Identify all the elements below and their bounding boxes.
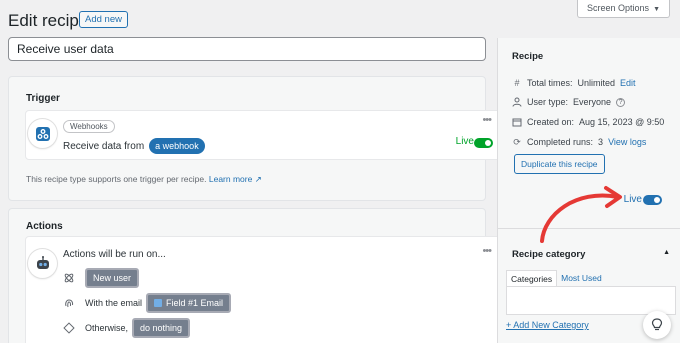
trigger-token[interactable]: a webhook [149,138,205,154]
action-more-menu-icon[interactable]: ••• [482,245,492,257]
calendar-icon [512,117,522,127]
help-lightbulb-button[interactable] [643,311,671,339]
action-row-new-user: New user [63,268,140,288]
external-link-icon: ↗ [252,174,262,184]
completed-runs-label: Completed runs: [527,137,594,147]
view-logs-link[interactable]: View logs [608,137,646,147]
support-note-text: This recipe type supports one trigger pe… [26,174,207,184]
robot-icon [28,249,57,278]
action-row-email: With the email Field #1 Email [63,293,232,313]
new-user-token[interactable]: New user [85,268,140,288]
total-times-label: Total times: [527,78,573,88]
recipe-box-title: Recipe [512,51,544,62]
hash-icon: # [514,78,520,88]
field-email-token[interactable]: Field #1 Email [146,293,232,313]
user-type-row: User type: Everyone ? [512,97,626,107]
sync-icon: ⟳ [513,136,521,147]
atom-icon [63,272,75,284]
screen-options-button[interactable]: Screen Options ▼ [577,0,670,18]
total-times-value: Unlimited [577,78,616,88]
category-list-box[interactable] [506,286,676,315]
otherwise-label: Otherwise, [85,323,129,333]
field-email-token-label: Field #1 Email [166,298,224,308]
learn-more-label: Learn more [208,174,253,184]
tab-categories[interactable]: Categories [506,270,558,287]
created-on-value: Aug 15, 2023 @ 9:50 [579,117,665,127]
help-question-icon[interactable]: ? [616,97,626,107]
add-new-button[interactable]: Add new [79,11,128,28]
collapse-caret-icon[interactable]: ▲ [663,249,670,256]
page-title: Edit recipe [8,11,89,30]
user-type-label: User type: [527,97,569,107]
recipe-live-label: Live [623,194,642,205]
email-row-label: With the email [85,298,143,308]
do-nothing-token[interactable]: do nothing [132,318,191,338]
recipe-title-input[interactable] [8,37,486,61]
actions-section-title: Actions [26,221,63,232]
integration-tag: Webhooks [63,120,115,133]
trigger-sentence-prefix: Receive data from [63,140,145,152]
learn-more-link[interactable]: Learn more ↗ [209,174,262,184]
actions-intro: Actions will be run on... [63,249,166,260]
recipe-category-title: Recipe category [512,249,586,260]
trigger-live-toggle[interactable] [474,138,493,148]
diamond-branch-icon [63,322,75,334]
sidebar-divider [498,228,680,229]
completed-runs-value: 3 [598,137,604,147]
trigger-sentence: Receive data from a webhook [63,138,205,154]
add-new-category-link[interactable]: + Add New Category [506,320,589,330]
fingerprint-icon [63,297,75,309]
form-field-icon [154,299,163,307]
created-on-row: Created on: Aug 15, 2023 @ 9:50 [512,117,664,127]
total-times-edit-link[interactable]: Edit [620,78,636,88]
total-times-row: # Total times: Unlimited Edit [512,78,636,88]
lightbulb-icon [651,318,663,331]
caret-down-icon: ▼ [653,6,660,13]
trigger-more-menu-icon[interactable]: ••• [482,114,492,126]
duplicate-recipe-button[interactable]: Duplicate this recipe [514,154,605,174]
trigger-live-label: Live [455,136,474,147]
recipe-live-toggle[interactable] [643,195,662,205]
tab-most-used[interactable]: Most Used [557,270,606,287]
recipe-sidebar: Recipe # Total times: Unlimited Edit Use… [497,38,680,343]
actions-panel: Actions Actions will be run on... ••• Ne… [8,208,502,343]
created-on-label: Created on: [527,117,575,127]
action-row-otherwise: Otherwise, do nothing [63,318,191,338]
screen-options-label: Screen Options [587,3,650,13]
user-type-value: Everyone [573,97,612,107]
user-icon [512,97,522,107]
trigger-panel: Trigger Webhooks Receive data from a web… [8,76,502,201]
support-note: This recipe type supports one trigger pe… [26,174,262,185]
completed-runs-row: ⟳ Completed runs: 3 View logs [512,136,646,148]
action-card[interactable]: Actions will be run on... ••• New user W… [25,236,502,343]
webhooks-icon [28,119,57,148]
trigger-card[interactable]: Webhooks Receive data from a webhook •••… [25,110,502,160]
category-tabs: Categories Most Used [506,270,606,287]
trigger-section-title: Trigger [26,93,60,104]
